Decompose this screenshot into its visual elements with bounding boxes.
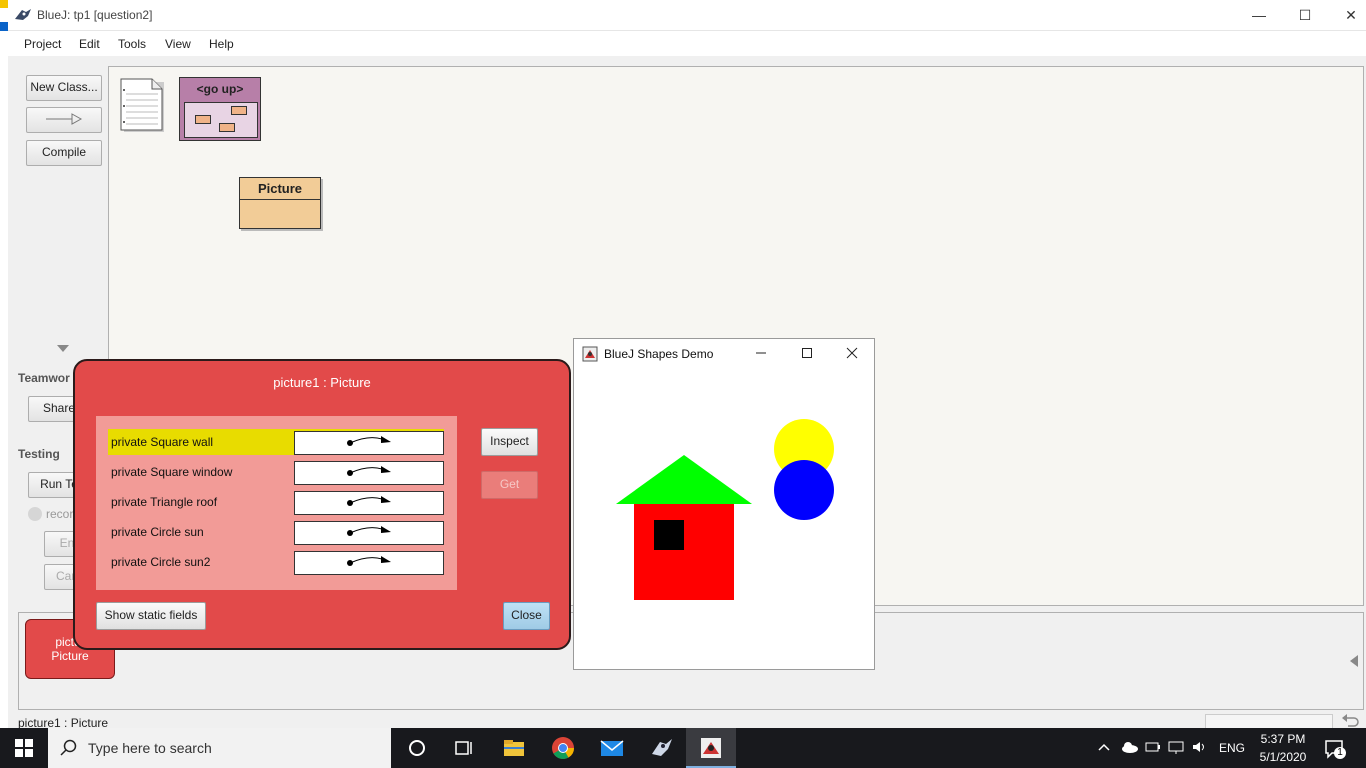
file-explorer-icon[interactable] bbox=[502, 736, 526, 760]
field-label: private Circle sun bbox=[111, 525, 204, 539]
java-app-icon bbox=[582, 346, 598, 362]
new-class-button[interactable]: New Class... bbox=[26, 75, 102, 101]
onedrive-icon[interactable] bbox=[1120, 740, 1140, 754]
teamwork-label: Teamwor bbox=[18, 371, 70, 385]
get-button[interactable]: Get bbox=[481, 471, 538, 499]
field-label: private Square window bbox=[111, 465, 233, 479]
field-row[interactable]: private Circle sun2 bbox=[108, 549, 444, 575]
cortana-icon[interactable] bbox=[405, 736, 429, 760]
left-edge-accent-top bbox=[0, 0, 8, 8]
field-row[interactable]: private Square window bbox=[108, 459, 444, 485]
menu-tools[interactable]: Tools bbox=[118, 37, 146, 51]
shapes-demo-window: BlueJ Shapes Demo bbox=[573, 338, 875, 670]
window-square bbox=[654, 520, 684, 550]
object-type: Picture bbox=[51, 649, 89, 663]
notification-count-badge: 1 bbox=[1334, 747, 1346, 759]
new-arrow-button[interactable] bbox=[26, 107, 102, 133]
field-reference-value[interactable] bbox=[294, 461, 444, 485]
close-window-button[interactable]: ✕ bbox=[1328, 4, 1366, 26]
sun2-circle bbox=[774, 460, 834, 520]
picture-class-box[interactable]: Picture bbox=[239, 177, 321, 229]
scroll-left-icon[interactable] bbox=[1350, 655, 1358, 667]
clock-date[interactable]: 5/1/2020 bbox=[1256, 750, 1310, 764]
field-reference-value[interactable] bbox=[294, 521, 444, 545]
taskbar-search-box[interactable]: Type here to search bbox=[48, 728, 391, 768]
window-titlebar: BlueJ: tp1 [question2] — ☐ ✕ bbox=[0, 0, 1366, 31]
window-title: BlueJ: tp1 [question2] bbox=[37, 8, 153, 22]
collapse-triangle-icon[interactable] bbox=[57, 345, 69, 352]
menu-bar: Project Edit Tools View Help bbox=[0, 31, 1366, 56]
go-up-package[interactable]: <go up> bbox=[179, 77, 261, 141]
field-label: private Triangle roof bbox=[111, 495, 218, 509]
picture-class-name: Picture bbox=[240, 178, 320, 200]
menu-project[interactable]: Project bbox=[24, 37, 61, 51]
language-indicator[interactable]: ENG bbox=[1219, 741, 1245, 755]
recording-indicator bbox=[28, 507, 42, 521]
inspector-title: picture1 : Picture bbox=[273, 375, 371, 390]
shapes-window-title: BlueJ Shapes Demo bbox=[604, 347, 714, 361]
search-placeholder: Type here to search bbox=[88, 740, 212, 756]
inspect-button[interactable]: Inspect bbox=[481, 428, 538, 456]
shapes-canvas bbox=[616, 419, 834, 600]
windows-start-icon[interactable] bbox=[14, 738, 34, 758]
show-static-fields-button[interactable]: Show static fields bbox=[96, 602, 206, 630]
field-row[interactable]: private Circle sun bbox=[108, 519, 444, 545]
search-icon bbox=[60, 739, 78, 757]
menu-edit[interactable]: Edit bbox=[79, 37, 100, 51]
roof-triangle bbox=[616, 455, 752, 504]
maximize-icon[interactable] bbox=[800, 345, 816, 361]
network-icon[interactable] bbox=[1167, 740, 1185, 754]
wall-square bbox=[634, 504, 734, 600]
close-inspector-button[interactable]: Close bbox=[503, 602, 550, 630]
menu-help[interactable]: Help bbox=[209, 37, 234, 51]
close-icon[interactable] bbox=[845, 345, 861, 361]
compile-button[interactable]: Compile bbox=[26, 140, 102, 166]
field-reference-value[interactable] bbox=[294, 491, 444, 515]
notification-center-icon[interactable]: 1 bbox=[1324, 739, 1346, 759]
minimize-icon[interactable] bbox=[754, 345, 770, 361]
field-row[interactable]: private Square wall bbox=[108, 429, 444, 455]
clock-time[interactable]: 5:37 PM bbox=[1260, 732, 1306, 746]
field-reference-value[interactable] bbox=[294, 551, 444, 575]
field-label: private Circle sun2 bbox=[111, 555, 211, 569]
menu-view[interactable]: View bbox=[165, 37, 191, 51]
mail-icon[interactable] bbox=[600, 736, 624, 760]
chrome-icon[interactable] bbox=[551, 736, 575, 760]
volume-icon[interactable] bbox=[1191, 740, 1209, 754]
testing-label: Testing bbox=[18, 447, 60, 461]
show-hidden-icons-icon[interactable] bbox=[1097, 741, 1111, 753]
go-up-label: <go up> bbox=[196, 82, 244, 96]
recording-label: recor bbox=[46, 507, 74, 521]
status-field bbox=[1205, 714, 1333, 728]
undo-arrow-icon[interactable] bbox=[1340, 714, 1360, 728]
bluej-taskbar-icon[interactable] bbox=[650, 736, 674, 760]
java-app-taskbar-active[interactable] bbox=[686, 728, 736, 768]
field-label: private Square wall bbox=[111, 435, 214, 449]
minimize-button[interactable]: — bbox=[1236, 4, 1282, 26]
maximize-button[interactable]: ☐ bbox=[1282, 4, 1328, 26]
task-view-icon[interactable] bbox=[452, 736, 476, 760]
readme-document-icon[interactable] bbox=[120, 78, 166, 134]
bluej-app-icon bbox=[14, 7, 32, 23]
power-battery-icon[interactable] bbox=[1144, 740, 1162, 754]
field-row[interactable]: private Triangle roof bbox=[108, 489, 444, 515]
field-reference-value[interactable] bbox=[294, 431, 444, 455]
package-contents-icon bbox=[184, 102, 258, 138]
